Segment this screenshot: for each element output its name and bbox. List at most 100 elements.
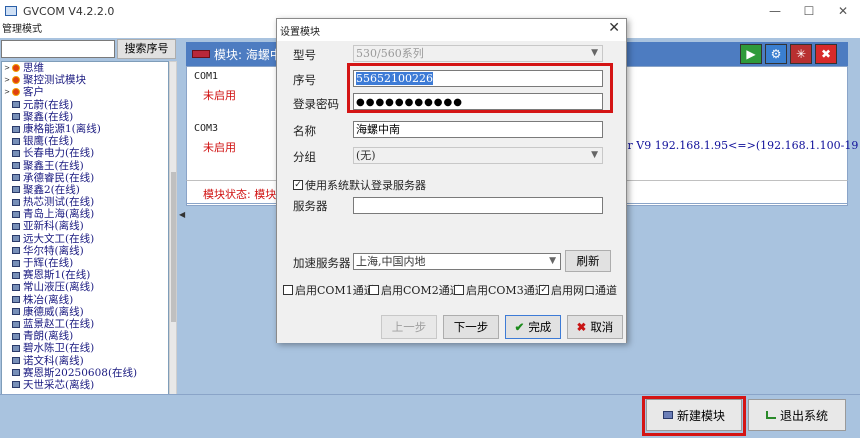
tree-device[interactable]: 长春电力(在线) bbox=[2, 147, 168, 159]
app-icon bbox=[5, 6, 17, 16]
tree-device[interactable]: 聚鑫王(在线) bbox=[2, 160, 168, 172]
search-serial-button[interactable]: 搜索序号 bbox=[117, 39, 176, 59]
tree-scrollbar[interactable] bbox=[169, 61, 177, 418]
enable-com3-checkbox[interactable]: 启用COM3通道 bbox=[454, 282, 546, 298]
tree-device[interactable]: 诺文科(离线) bbox=[2, 355, 168, 367]
device-icon bbox=[12, 125, 20, 133]
expand-icon[interactable]: > bbox=[4, 74, 10, 86]
tree-device[interactable]: 热芯测试(在线) bbox=[2, 196, 168, 208]
device-icon bbox=[12, 247, 20, 255]
device-icon bbox=[12, 137, 20, 145]
checkbox-checked[interactable]: ✓ bbox=[293, 180, 303, 190]
search-input[interactable] bbox=[1, 40, 115, 58]
tree-device[interactable]: 远大文工(在线) bbox=[2, 233, 168, 245]
enable-network-checkbox[interactable]: ✓ 启用网口通道 bbox=[539, 282, 617, 298]
tree-device[interactable]: 碧水陈卫(在线) bbox=[2, 342, 168, 354]
group-label: 分组 bbox=[293, 150, 316, 164]
close-icon[interactable]: ✕ bbox=[826, 0, 860, 22]
dialog-close-icon[interactable]: ✕ bbox=[608, 20, 620, 36]
device-icon bbox=[12, 186, 20, 194]
model-label: 型号 bbox=[293, 48, 316, 62]
scrollbar-thumb[interactable] bbox=[171, 172, 176, 322]
finish-button[interactable]: ✔ 完成 bbox=[505, 315, 561, 339]
device-icon bbox=[12, 113, 20, 121]
chevron-down-icon: ▼ bbox=[591, 150, 598, 160]
module-status-text: 模块状态: 模块 bbox=[203, 188, 277, 201]
play-icon[interactable]: ▶ bbox=[740, 44, 762, 64]
settings-wheel-icon[interactable]: ✳ bbox=[790, 44, 812, 64]
accel-server-select[interactable]: 上海,中国内地 ▼ bbox=[353, 253, 561, 270]
model-select: 530/560系列 ▼ bbox=[353, 45, 603, 62]
exit-system-button[interactable]: 退出系统 bbox=[748, 399, 846, 431]
device-icon bbox=[12, 308, 20, 316]
checkbox-unchecked[interactable] bbox=[283, 285, 293, 295]
tree-device[interactable]: 于辉(在线) bbox=[2, 257, 168, 269]
setup-module-dialog: 设置模块 ✕ 型号 530/560系列 ▼ 序号 55652100226 登录密码… bbox=[276, 18, 627, 343]
tree-group[interactable]: > 客户 bbox=[2, 86, 168, 98]
delete-icon[interactable]: ✖ bbox=[815, 44, 837, 64]
chevron-down-icon: ▼ bbox=[549, 256, 556, 266]
device-icon bbox=[12, 223, 20, 231]
checkbox-unchecked[interactable] bbox=[369, 285, 379, 295]
tree-device[interactable]: 承德睿民(在线) bbox=[2, 172, 168, 184]
gear-icon[interactable]: ⚙ bbox=[765, 44, 787, 64]
dialog-title: 设置模块 bbox=[280, 27, 320, 38]
menu-manage-mode[interactable]: 管理模式 bbox=[0, 24, 42, 35]
device-icon bbox=[12, 149, 20, 157]
minimize-icon[interactable]: — bbox=[758, 0, 792, 22]
cancel-button[interactable]: ✖ 取消 bbox=[567, 315, 623, 339]
module-tree[interactable]: > 思维 > 聚控测试模块 > 客户 元蔚(在线) 聚鑫(在线) 康格能源1(离线) … bbox=[1, 61, 169, 418]
accel-server-label: 加速服务器 bbox=[293, 256, 351, 270]
tree-device[interactable]: 华尔特(离线) bbox=[2, 245, 168, 257]
tree-group[interactable]: > 思维 bbox=[2, 62, 168, 74]
tree-device[interactable]: 青岛上海(离线) bbox=[2, 208, 168, 220]
device-icon bbox=[12, 174, 20, 182]
password-input[interactable]: ●●●●●●●●●●● bbox=[353, 93, 603, 110]
use-default-server-checkbox[interactable]: ✓ 使用系统默认登录服务器 bbox=[293, 177, 426, 193]
next-step-button[interactable]: 下一步 bbox=[443, 315, 499, 339]
group-select[interactable]: (无) ▼ bbox=[353, 147, 603, 164]
module-icon bbox=[662, 411, 673, 419]
device-icon bbox=[12, 198, 20, 206]
tree-device[interactable]: 康德威(离线) bbox=[2, 306, 168, 318]
expand-icon[interactable]: > bbox=[4, 86, 10, 98]
serial-input[interactable]: 55652100226 bbox=[353, 70, 603, 87]
tree-device[interactable]: 蓝景赵工(在线) bbox=[2, 318, 168, 330]
tree-device[interactable]: 株冶(离线) bbox=[2, 294, 168, 306]
tree-device[interactable]: 青朗(离线) bbox=[2, 330, 168, 342]
module-flag-icon bbox=[192, 50, 210, 58]
new-module-button[interactable]: 新建模块 bbox=[646, 399, 742, 431]
com3-label: COM3 bbox=[194, 123, 219, 134]
checkbox-unchecked[interactable] bbox=[454, 285, 464, 295]
name-input[interactable]: 海螺中南 bbox=[353, 121, 603, 138]
collapse-arrow-icon[interactable]: ◀ bbox=[179, 210, 185, 219]
tree-device[interactable]: 银鹰(在线) bbox=[2, 135, 168, 147]
expand-icon[interactable]: > bbox=[4, 62, 10, 74]
tree-device[interactable]: 赛恩斯20250608(在线) bbox=[2, 367, 168, 379]
checkbox-checked[interactable]: ✓ bbox=[539, 285, 549, 295]
tree-device[interactable]: 亚新科(离线) bbox=[2, 220, 168, 232]
tree-device[interactable]: 聚鑫(在线) bbox=[2, 111, 168, 123]
tree-device[interactable]: 元蔚(在线) bbox=[2, 99, 168, 111]
tree-device[interactable]: 康格能源1(离线) bbox=[2, 123, 168, 135]
group-icon bbox=[12, 88, 20, 97]
com1-state: 未启用 bbox=[203, 89, 236, 102]
prev-step-button[interactable]: 上一步 bbox=[381, 315, 437, 339]
tree-device[interactable]: 聚鑫2(在线) bbox=[2, 184, 168, 196]
device-icon bbox=[12, 283, 20, 291]
device-icon bbox=[12, 381, 20, 389]
enable-com2-checkbox[interactable]: 启用COM2通道 bbox=[369, 282, 461, 298]
dialog-body: 型号 530/560系列 ▼ 序号 55652100226 登录密码 ●●●●●●… bbox=[277, 41, 626, 343]
enable-com1-checkbox[interactable]: 启用COM1通道 bbox=[283, 282, 375, 298]
check-icon: ✔ bbox=[514, 320, 525, 334]
server-label: 服务器 bbox=[293, 199, 328, 213]
exit-icon bbox=[765, 411, 776, 419]
tree-device[interactable]: 赛恩斯1(在线) bbox=[2, 269, 168, 281]
tree-group[interactable]: > 聚控测试模块 bbox=[2, 74, 168, 86]
server-input[interactable] bbox=[353, 197, 603, 214]
network-channel-info: er V9 192.168.1.95<=>(192.168.1.100-19 bbox=[621, 139, 859, 152]
refresh-button[interactable]: 刷新 bbox=[565, 250, 611, 272]
tree-device[interactable]: 常山液压(离线) bbox=[2, 281, 168, 293]
tree-device[interactable]: 天世采芯(离线) bbox=[2, 379, 168, 391]
maximize-icon[interactable]: ☐ bbox=[792, 0, 826, 22]
